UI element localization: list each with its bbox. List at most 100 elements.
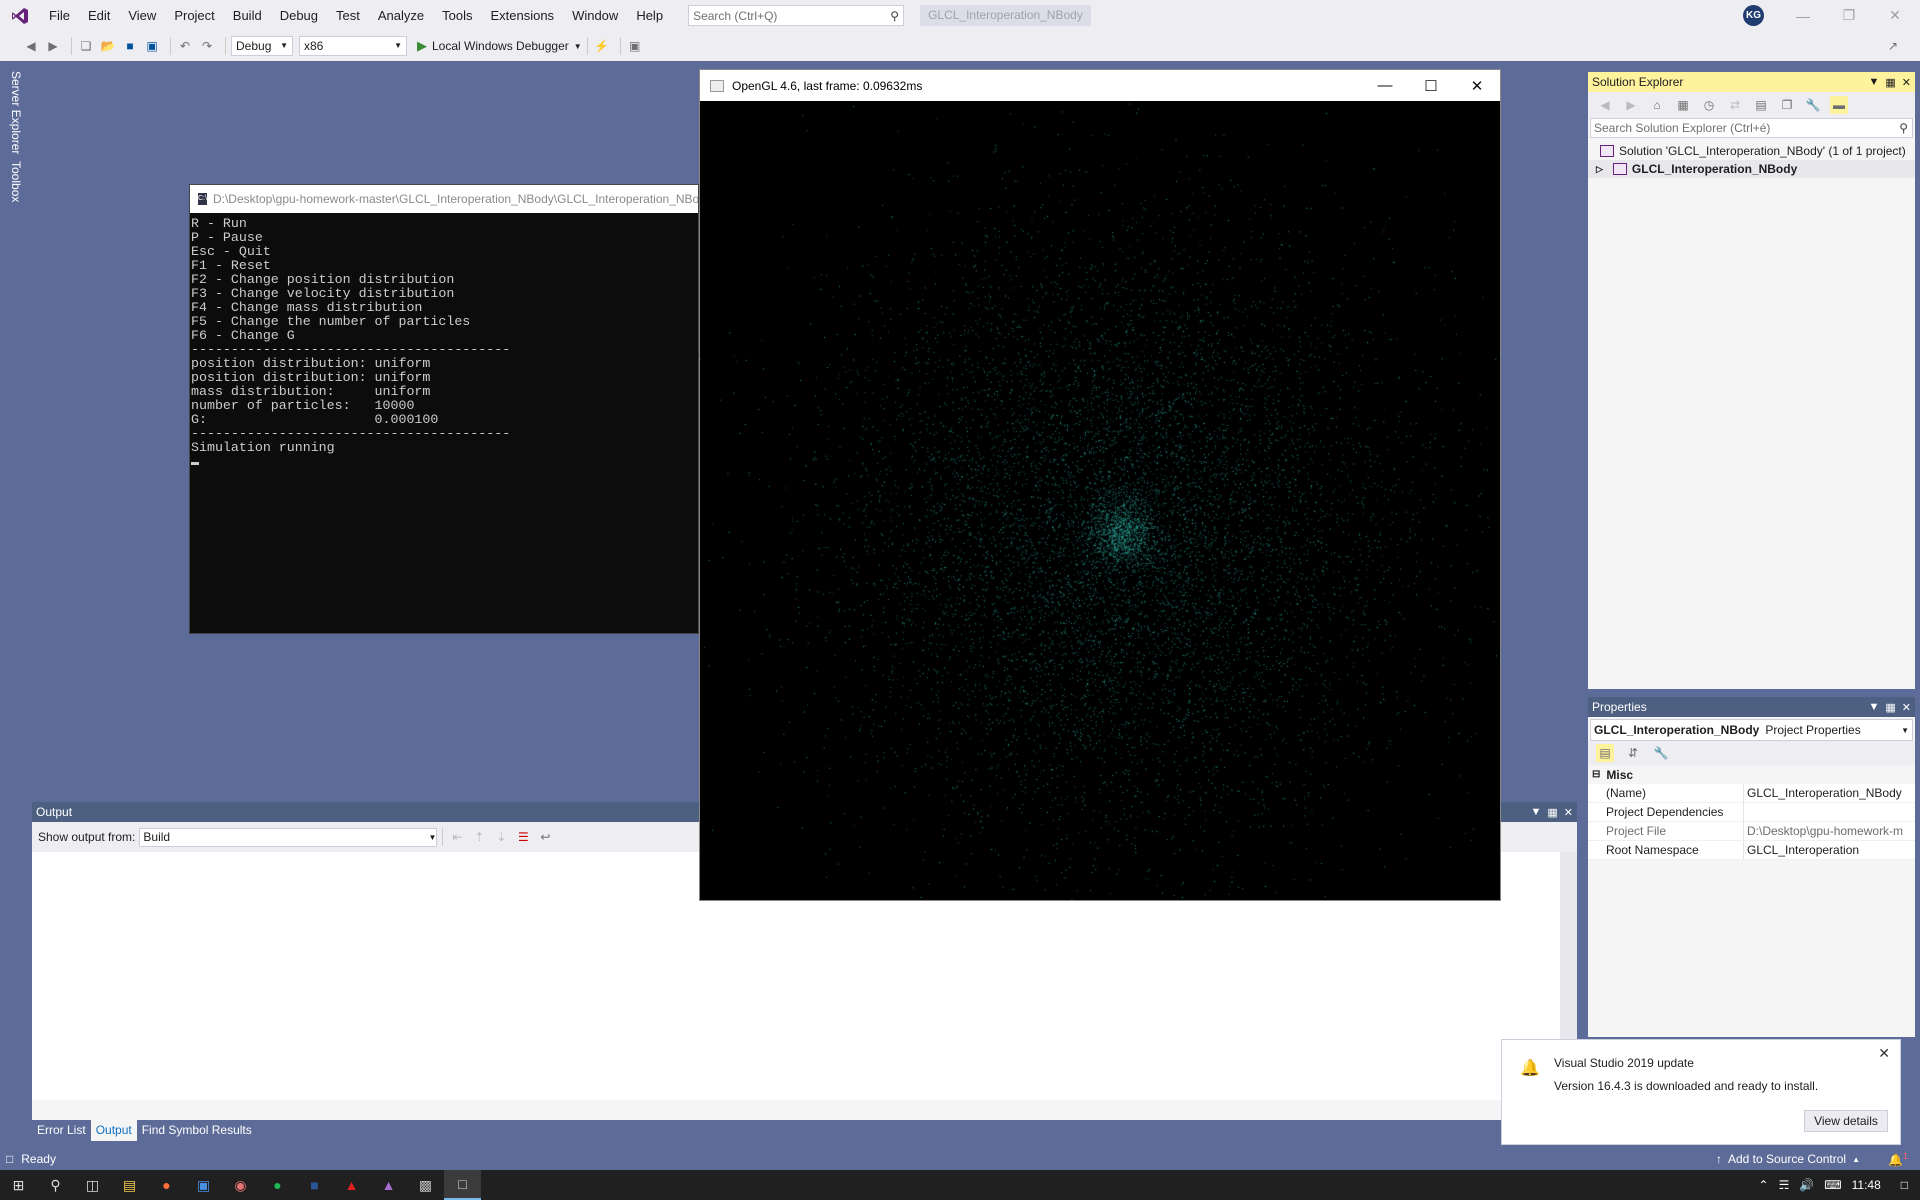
clock[interactable]: 11:48 <box>1852 1178 1881 1192</box>
menu-tools[interactable]: Tools <box>433 0 481 31</box>
file-explorer-icon[interactable]: ▤ <box>111 1170 148 1200</box>
app-icon[interactable]: ◉ <box>222 1170 259 1200</box>
start-debugging-button[interactable]: ▶ Local Windows Debugger ▼ <box>417 38 582 54</box>
volume-icon[interactable]: 🔊 <box>1799 1178 1814 1192</box>
tree-project-node[interactable]: ▷ GLCL_Interoperation_NBody <box>1588 160 1915 178</box>
property-value[interactable]: GLCL_Interoperation <box>1744 841 1915 859</box>
screenshot-icon[interactable]: ▣ <box>626 37 644 55</box>
previous-message-icon[interactable]: ⇡ <box>470 828 488 846</box>
menu-edit[interactable]: Edit <box>79 0 119 31</box>
tab-find-symbol-results[interactable]: Find Symbol Results <box>136 1120 257 1141</box>
close-icon[interactable]: ✕ <box>1878 1045 1890 1062</box>
navigate-back-icon[interactable]: ◀ <box>22 37 40 55</box>
collapse-all-icon[interactable]: ▤ <box>1752 96 1770 114</box>
close-icon[interactable]: ✕ <box>1902 701 1911 714</box>
menu-extensions[interactable]: Extensions <box>481 0 563 31</box>
menu-help[interactable]: Help <box>627 0 672 31</box>
visual-studio-icon[interactable]: ▲ <box>370 1170 407 1200</box>
tab-error-list[interactable]: Error List <box>32 1120 91 1141</box>
maximize-icon[interactable]: ☐ <box>1408 70 1454 101</box>
opengl-title-bar[interactable]: OpenGL 4.6, last frame: 0.09632ms — ☐ ✕ <box>700 70 1500 101</box>
firefox-icon[interactable]: ● <box>148 1170 185 1200</box>
platform-select[interactable]: x86 ▼ <box>299 36 407 56</box>
close-icon[interactable]: ✕ <box>1872 0 1918 31</box>
word-icon[interactable]: ■ <box>296 1170 333 1200</box>
server-explorer-tab[interactable]: Server Explorer <box>9 71 23 154</box>
collapse-icon[interactable]: ⊟ <box>1592 769 1600 780</box>
account-avatar[interactable]: KG <box>1743 5 1764 26</box>
sync-icon[interactable]: ⇄ <box>1726 96 1744 114</box>
properties-wrench-icon[interactable]: 🔧 <box>1804 96 1822 114</box>
close-icon[interactable]: ✕ <box>1564 806 1573 819</box>
restore-icon[interactable]: ❐ <box>1826 0 1872 31</box>
console-title-bar[interactable]: C:\ D:\Desktop\gpu-homework-master\GLCL_… <box>190 185 698 213</box>
toolbox-tab[interactable]: Toolbox <box>9 161 23 202</box>
categorized-icon[interactable]: ▤ <box>1596 744 1614 762</box>
live-share-icon[interactable]: ↗ <box>1884 37 1902 55</box>
solution-search-input[interactable]: Search Solution Explorer (Ctrl+é) ⚲ <box>1590 118 1913 138</box>
source-control-button[interactable]: ↑ Add to Source Control ▲ <box>1716 1148 1860 1170</box>
menu-debug[interactable]: Debug <box>271 0 327 31</box>
clear-all-icon[interactable]: ☰ <box>514 828 532 846</box>
particle-simulation-canvas[interactable] <box>700 101 1500 900</box>
hot-reload-icon[interactable]: ⚡ <box>593 37 611 55</box>
redo-icon[interactable]: ↷ <box>198 37 216 55</box>
search-input[interactable]: Search (Ctrl+Q) ⚲ <box>688 5 905 26</box>
opengl-app-icon[interactable]: □ <box>444 1170 481 1200</box>
console-window[interactable]: C:\ D:\Desktop\gpu-homework-master\GLCL_… <box>189 184 699 634</box>
alphabetical-icon[interactable]: ⇵ <box>1624 744 1642 762</box>
network-icon[interactable]: ☴ <box>1779 1178 1790 1192</box>
configuration-select[interactable]: Debug ▼ <box>231 36 293 56</box>
property-value[interactable] <box>1744 803 1915 821</box>
save-icon[interactable]: ■ <box>121 37 139 55</box>
menu-file[interactable]: File <box>40 0 79 31</box>
menu-test[interactable]: Test <box>327 0 369 31</box>
property-value[interactable]: GLCL_Interoperation_NBody <box>1744 784 1915 802</box>
back-icon[interactable]: ◀ <box>1596 96 1614 114</box>
property-row[interactable]: Project Dependencies <box>1588 803 1915 822</box>
console-app-icon[interactable]: ▩ <box>407 1170 444 1200</box>
store-icon[interactable]: ▣ <box>185 1170 222 1200</box>
acrobat-icon[interactable]: ▲ <box>333 1170 370 1200</box>
action-center-icon[interactable]: □ <box>1901 1178 1908 1192</box>
close-icon[interactable]: ✕ <box>1454 70 1500 101</box>
switch-views-icon[interactable]: ▦ <box>1674 96 1692 114</box>
pin-icon[interactable]: ▦ <box>1885 701 1895 714</box>
pending-changes-icon[interactable]: ◷ <box>1700 96 1718 114</box>
property-pages-icon[interactable]: 🔧 <box>1652 744 1670 762</box>
properties-category[interactable]: ⊟ Misc <box>1588 765 1915 784</box>
tab-output[interactable]: Output <box>90 1120 137 1141</box>
minimize-icon[interactable]: — <box>1362 70 1408 101</box>
start-icon[interactable]: ⊞ <box>0 1170 37 1200</box>
new-project-icon[interactable]: ❏ <box>77 37 95 55</box>
save-all-icon[interactable]: ▣ <box>143 37 161 55</box>
show-all-files-icon[interactable]: ❐ <box>1778 96 1796 114</box>
expand-arrow-icon[interactable]: ▷ <box>1596 164 1603 175</box>
preview-icon[interactable]: ▬ <box>1830 96 1848 114</box>
menu-window[interactable]: Window <box>563 0 627 31</box>
home-icon[interactable]: ⌂ <box>1648 96 1666 114</box>
pin-icon[interactable]: ▦ <box>1547 806 1557 819</box>
find-message-icon[interactable]: ⇤ <box>448 828 466 846</box>
menu-view[interactable]: View <box>119 0 165 31</box>
property-row[interactable]: (Name) GLCL_Interoperation_NBody <box>1588 784 1915 803</box>
undo-icon[interactable]: ↶ <box>176 37 194 55</box>
property-row[interactable]: Root Namespace GLCL_Interoperation <box>1588 841 1915 860</box>
opengl-window[interactable]: OpenGL 4.6, last frame: 0.09632ms — ☐ ✕ <box>699 69 1501 901</box>
keyboard-icon[interactable]: ⌨ <box>1824 1178 1841 1192</box>
view-details-button[interactable]: View details <box>1804 1110 1888 1132</box>
dropdown-icon[interactable]: ▼ <box>1868 76 1879 88</box>
menu-build[interactable]: Build <box>224 0 271 31</box>
navigate-forward-icon[interactable]: ▶ <box>44 37 62 55</box>
property-value[interactable]: D:\Desktop\gpu-homework-m <box>1744 822 1915 840</box>
output-source-select[interactable]: Build ▼ <box>139 827 438 847</box>
menu-analyze[interactable]: Analyze <box>369 0 433 31</box>
dropdown-icon[interactable]: ▼ <box>1868 701 1879 713</box>
open-file-icon[interactable]: 📂 <box>99 37 117 55</box>
notifications-bell-icon[interactable]: 🔔1 <box>1888 1151 1908 1167</box>
close-icon[interactable]: ✕ <box>1902 76 1911 89</box>
properties-object-select[interactable]: GLCL_Interoperation_NBody Project Proper… <box>1590 719 1913 741</box>
menu-project[interactable]: Project <box>165 0 223 31</box>
dropdown-icon[interactable]: ▼ <box>1530 806 1541 818</box>
search-icon[interactable]: ⚲ <box>37 1170 74 1200</box>
